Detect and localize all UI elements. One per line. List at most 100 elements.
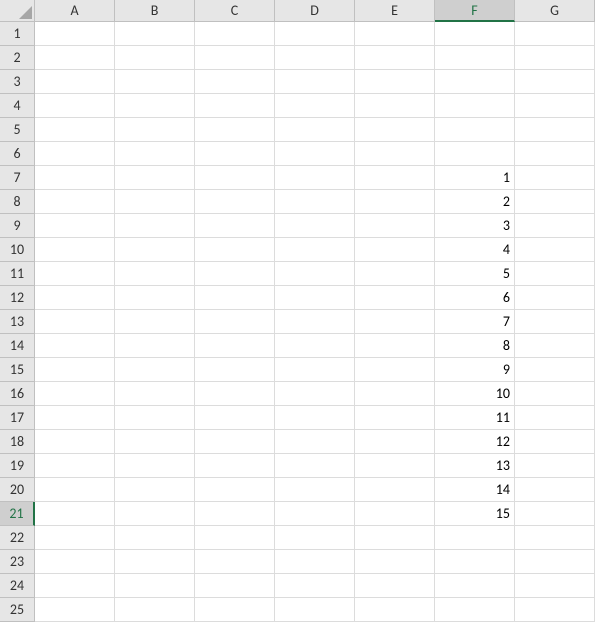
cell-E14[interactable] bbox=[355, 334, 435, 358]
cell-D11[interactable] bbox=[275, 262, 355, 286]
cell-G24[interactable] bbox=[515, 574, 595, 598]
cell-G2[interactable] bbox=[515, 46, 595, 70]
cell-B11[interactable] bbox=[115, 262, 195, 286]
cell-C7[interactable] bbox=[195, 166, 275, 190]
cell-C23[interactable] bbox=[195, 550, 275, 574]
cell-G16[interactable] bbox=[515, 382, 595, 406]
cell-E16[interactable] bbox=[355, 382, 435, 406]
cell-B4[interactable] bbox=[115, 94, 195, 118]
cell-E15[interactable] bbox=[355, 358, 435, 382]
cell-F8[interactable]: 2 bbox=[435, 190, 515, 214]
cell-C19[interactable] bbox=[195, 454, 275, 478]
row-header-11[interactable]: 11 bbox=[0, 262, 35, 286]
row-header-9[interactable]: 9 bbox=[0, 214, 35, 238]
cell-E8[interactable] bbox=[355, 190, 435, 214]
cell-B8[interactable] bbox=[115, 190, 195, 214]
cell-E6[interactable] bbox=[355, 142, 435, 166]
cell-C22[interactable] bbox=[195, 526, 275, 550]
cell-G4[interactable] bbox=[515, 94, 595, 118]
row-header-18[interactable]: 18 bbox=[0, 430, 35, 454]
cell-D24[interactable] bbox=[275, 574, 355, 598]
cell-E25[interactable] bbox=[355, 598, 435, 622]
cell-C25[interactable] bbox=[195, 598, 275, 622]
cell-F4[interactable] bbox=[435, 94, 515, 118]
cell-B9[interactable] bbox=[115, 214, 195, 238]
cell-A22[interactable] bbox=[35, 526, 115, 550]
cell-C5[interactable] bbox=[195, 118, 275, 142]
cell-D5[interactable] bbox=[275, 118, 355, 142]
cell-C8[interactable] bbox=[195, 190, 275, 214]
cell-G1[interactable] bbox=[515, 22, 595, 46]
cell-D6[interactable] bbox=[275, 142, 355, 166]
cell-C14[interactable] bbox=[195, 334, 275, 358]
row-header-8[interactable]: 8 bbox=[0, 190, 35, 214]
cell-D7[interactable] bbox=[275, 166, 355, 190]
column-header-F[interactable]: F bbox=[435, 0, 515, 22]
cell-G6[interactable] bbox=[515, 142, 595, 166]
cell-C2[interactable] bbox=[195, 46, 275, 70]
cell-G18[interactable] bbox=[515, 430, 595, 454]
cell-B20[interactable] bbox=[115, 478, 195, 502]
cell-B7[interactable] bbox=[115, 166, 195, 190]
cell-B1[interactable] bbox=[115, 22, 195, 46]
cell-B10[interactable] bbox=[115, 238, 195, 262]
cell-G19[interactable] bbox=[515, 454, 595, 478]
cell-D2[interactable] bbox=[275, 46, 355, 70]
cell-A3[interactable] bbox=[35, 70, 115, 94]
cell-B5[interactable] bbox=[115, 118, 195, 142]
cell-A19[interactable] bbox=[35, 454, 115, 478]
cell-D19[interactable] bbox=[275, 454, 355, 478]
row-header-2[interactable]: 2 bbox=[0, 46, 35, 70]
cell-A24[interactable] bbox=[35, 574, 115, 598]
cell-E11[interactable] bbox=[355, 262, 435, 286]
cell-E9[interactable] bbox=[355, 214, 435, 238]
cell-F24[interactable] bbox=[435, 574, 515, 598]
cell-B21[interactable] bbox=[115, 502, 195, 526]
cell-E12[interactable] bbox=[355, 286, 435, 310]
cell-D4[interactable] bbox=[275, 94, 355, 118]
cell-F12[interactable]: 6 bbox=[435, 286, 515, 310]
row-header-14[interactable]: 14 bbox=[0, 334, 35, 358]
cell-F1[interactable] bbox=[435, 22, 515, 46]
cell-D16[interactable] bbox=[275, 382, 355, 406]
cell-D25[interactable] bbox=[275, 598, 355, 622]
row-header-3[interactable]: 3 bbox=[0, 70, 35, 94]
cell-F15[interactable]: 9 bbox=[435, 358, 515, 382]
cell-C11[interactable] bbox=[195, 262, 275, 286]
cell-B24[interactable] bbox=[115, 574, 195, 598]
cell-C12[interactable] bbox=[195, 286, 275, 310]
cell-F20[interactable]: 14 bbox=[435, 478, 515, 502]
cell-D22[interactable] bbox=[275, 526, 355, 550]
row-header-16[interactable]: 16 bbox=[0, 382, 35, 406]
column-header-G[interactable]: G bbox=[515, 0, 595, 22]
cell-D18[interactable] bbox=[275, 430, 355, 454]
row-header-19[interactable]: 19 bbox=[0, 454, 35, 478]
cell-A8[interactable] bbox=[35, 190, 115, 214]
cell-E17[interactable] bbox=[355, 406, 435, 430]
cell-D8[interactable] bbox=[275, 190, 355, 214]
cell-A23[interactable] bbox=[35, 550, 115, 574]
cell-C20[interactable] bbox=[195, 478, 275, 502]
cell-E13[interactable] bbox=[355, 310, 435, 334]
cell-B6[interactable] bbox=[115, 142, 195, 166]
row-header-5[interactable]: 5 bbox=[0, 118, 35, 142]
cell-F13[interactable]: 7 bbox=[435, 310, 515, 334]
cell-D15[interactable] bbox=[275, 358, 355, 382]
row-header-17[interactable]: 17 bbox=[0, 406, 35, 430]
cell-A14[interactable] bbox=[35, 334, 115, 358]
cell-C13[interactable] bbox=[195, 310, 275, 334]
row-header-23[interactable]: 23 bbox=[0, 550, 35, 574]
column-header-B[interactable]: B bbox=[115, 0, 195, 22]
cell-B15[interactable] bbox=[115, 358, 195, 382]
cell-G25[interactable] bbox=[515, 598, 595, 622]
cell-A12[interactable] bbox=[35, 286, 115, 310]
column-header-E[interactable]: E bbox=[355, 0, 435, 22]
cell-G13[interactable] bbox=[515, 310, 595, 334]
row-header-25[interactable]: 25 bbox=[0, 598, 35, 622]
cell-E7[interactable] bbox=[355, 166, 435, 190]
cell-G10[interactable] bbox=[515, 238, 595, 262]
cell-A1[interactable] bbox=[35, 22, 115, 46]
cell-F5[interactable] bbox=[435, 118, 515, 142]
cell-G22[interactable] bbox=[515, 526, 595, 550]
cell-B19[interactable] bbox=[115, 454, 195, 478]
